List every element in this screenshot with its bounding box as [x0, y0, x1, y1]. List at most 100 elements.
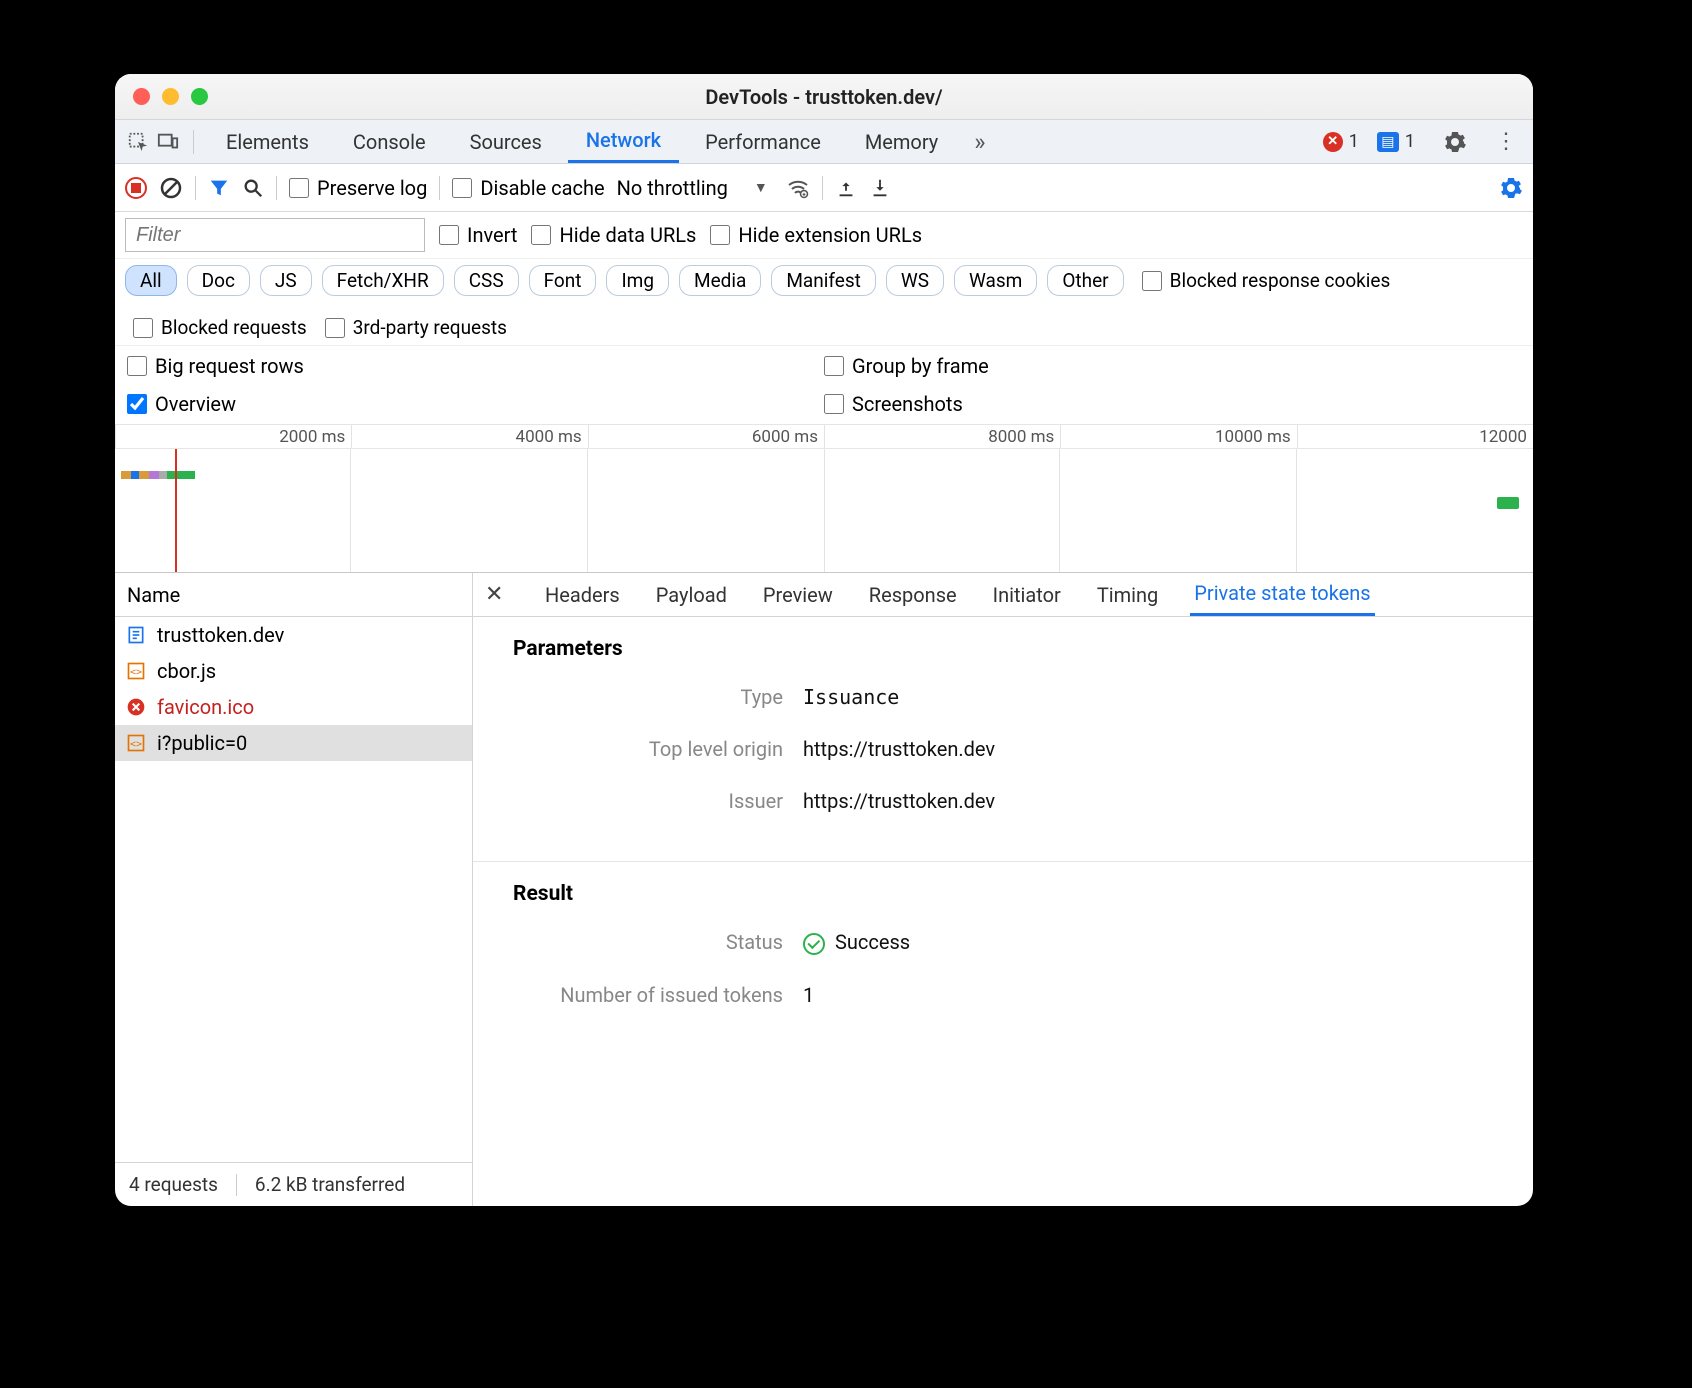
divider [439, 176, 440, 200]
divider [276, 176, 277, 200]
group-by-frame-checkbox[interactable]: Group by frame [824, 354, 1521, 378]
big-request-rows-checkbox[interactable]: Big request rows [127, 354, 824, 378]
type-pill-ws[interactable]: WS [886, 265, 944, 296]
result-key: Status [513, 930, 803, 954]
result-value: Success [803, 930, 910, 955]
svg-text:<>: <> [130, 667, 142, 678]
blocked-cookies-label: Blocked response cookies [1170, 269, 1391, 292]
clear-icon[interactable] [159, 176, 183, 200]
issue-count[interactable]: ▤ 1 [1377, 131, 1415, 152]
screenshots-checkbox[interactable]: Screenshots [824, 392, 1521, 416]
traffic-lights [115, 88, 208, 105]
tab-network[interactable]: Network [568, 120, 679, 163]
divider [236, 1174, 237, 1196]
blocked-requests-checkbox[interactable]: Blocked requests [133, 316, 307, 339]
export-har-icon[interactable] [835, 177, 857, 199]
filter-input[interactable] [125, 218, 425, 252]
request-row[interactable]: <>cbor.js [115, 653, 472, 689]
tick: 4000 ms [351, 425, 587, 448]
detail-tab-initiator[interactable]: Initiator [989, 573, 1065, 616]
blocked-cookies-checkbox[interactable]: Blocked response cookies [1142, 269, 1391, 292]
third-party-checkbox[interactable]: 3rd-party requests [325, 316, 507, 339]
detail-tab-response[interactable]: Response [865, 573, 961, 616]
param-value: https://trusttoken.dev [803, 737, 995, 761]
filter-icon[interactable] [208, 177, 230, 199]
detail-tab-preview[interactable]: Preview [759, 573, 837, 616]
timeline-overview[interactable]: 2000 ms4000 ms6000 ms8000 ms10000 ms1200… [115, 425, 1533, 573]
throttling-select[interactable]: No throttling ▼ [617, 176, 768, 200]
more-tabs-icon[interactable]: » [964, 128, 995, 156]
panel-tabs: ElementsConsoleSourcesNetworkPerformance… [115, 120, 1533, 164]
script-icon: <> [125, 732, 147, 754]
type-pill-fetchxhr[interactable]: Fetch/XHR [322, 265, 444, 296]
issue-icon: ▤ [1377, 132, 1399, 152]
minimize-window-button[interactable] [162, 88, 179, 105]
param-row: Issuerhttps://trusttoken.dev [513, 789, 1493, 813]
hide-extension-urls-checkbox[interactable]: Hide extension URLs [710, 223, 922, 247]
device-toolbar-icon[interactable] [157, 131, 179, 153]
tick: 2000 ms [115, 425, 351, 448]
param-key: Issuer [513, 789, 803, 813]
detail-tab-payload[interactable]: Payload [652, 573, 731, 616]
param-row: TypeIssuance [513, 685, 1493, 709]
tick: 8000 ms [824, 425, 1060, 448]
network-conditions-icon[interactable] [786, 176, 810, 200]
error-count-value: 1 [1349, 131, 1359, 152]
request-row[interactable]: trusttoken.dev [115, 617, 472, 653]
type-pill-wasm[interactable]: Wasm [954, 265, 1037, 296]
type-pill-img[interactable]: Img [606, 265, 669, 296]
preserve-log-label: Preserve log [317, 176, 427, 200]
type-pill-manifest[interactable]: Manifest [771, 265, 876, 296]
request-name: i?public=0 [157, 731, 247, 755]
inspect-icon[interactable] [127, 131, 149, 153]
big-rows-label: Big request rows [155, 354, 304, 378]
record-button[interactable] [125, 177, 147, 199]
param-key: Top level origin [513, 737, 803, 761]
group-label: Group by frame [852, 354, 989, 378]
tab-console[interactable]: Console [335, 120, 444, 163]
tab-memory[interactable]: Memory [847, 120, 956, 163]
param-key: Type [513, 685, 803, 709]
third-party-label: 3rd-party requests [353, 316, 507, 339]
import-har-icon[interactable] [869, 177, 891, 199]
invert-checkbox[interactable]: Invert [439, 223, 517, 247]
result-key: Number of issued tokens [513, 983, 803, 1007]
error-count[interactable]: ✕ 1 [1323, 131, 1359, 152]
disable-cache-checkbox[interactable]: Disable cache [452, 176, 604, 200]
zoom-window-button[interactable] [191, 88, 208, 105]
tab-sources[interactable]: Sources [452, 120, 560, 163]
more-menu-icon[interactable]: ⋮ [1485, 129, 1527, 154]
settings-icon[interactable] [1443, 130, 1467, 154]
tab-performance[interactable]: Performance [687, 120, 839, 163]
type-pill-all[interactable]: All [125, 265, 177, 296]
titlebar: DevTools - trusttoken.dev/ [115, 74, 1533, 120]
result-row: Number of issued tokens1 [513, 983, 1493, 1007]
request-row[interactable]: favicon.ico [115, 689, 472, 725]
type-pill-doc[interactable]: Doc [187, 265, 250, 296]
hide-data-urls-checkbox[interactable]: Hide data URLs [531, 223, 696, 247]
script-icon: <> [125, 660, 147, 682]
type-pill-font[interactable]: Font [529, 265, 597, 296]
status-bar: 4 requests 6.2 kB transferred [115, 1162, 472, 1206]
screenshots-label: Screenshots [852, 392, 963, 416]
type-pill-js[interactable]: JS [260, 265, 312, 296]
network-settings-icon[interactable] [1499, 176, 1523, 200]
type-pill-css[interactable]: CSS [454, 265, 519, 296]
tab-elements[interactable]: Elements [208, 120, 327, 163]
hide-ext-label: Hide extension URLs [738, 223, 922, 247]
type-pill-other[interactable]: Other [1047, 265, 1123, 296]
detail-tab-timing[interactable]: Timing [1093, 573, 1162, 616]
close-window-button[interactable] [133, 88, 150, 105]
search-icon[interactable] [242, 177, 264, 199]
tick: 10000 ms [1060, 425, 1296, 448]
overview-checkbox[interactable]: Overview [127, 392, 824, 416]
close-detail-icon[interactable]: ✕ [485, 582, 513, 607]
detail-tab-headers[interactable]: Headers [541, 573, 624, 616]
request-count: 4 requests [129, 1173, 218, 1196]
request-row[interactable]: <> i?public=0 [115, 725, 472, 761]
preserve-log-checkbox[interactable]: Preserve log [289, 176, 427, 200]
name-header[interactable]: Name [115, 573, 472, 617]
detail-tab-private-state-tokens[interactable]: Private state tokens [1190, 573, 1374, 616]
throttling-value: No throttling [617, 176, 728, 200]
type-pill-media[interactable]: Media [679, 265, 761, 296]
